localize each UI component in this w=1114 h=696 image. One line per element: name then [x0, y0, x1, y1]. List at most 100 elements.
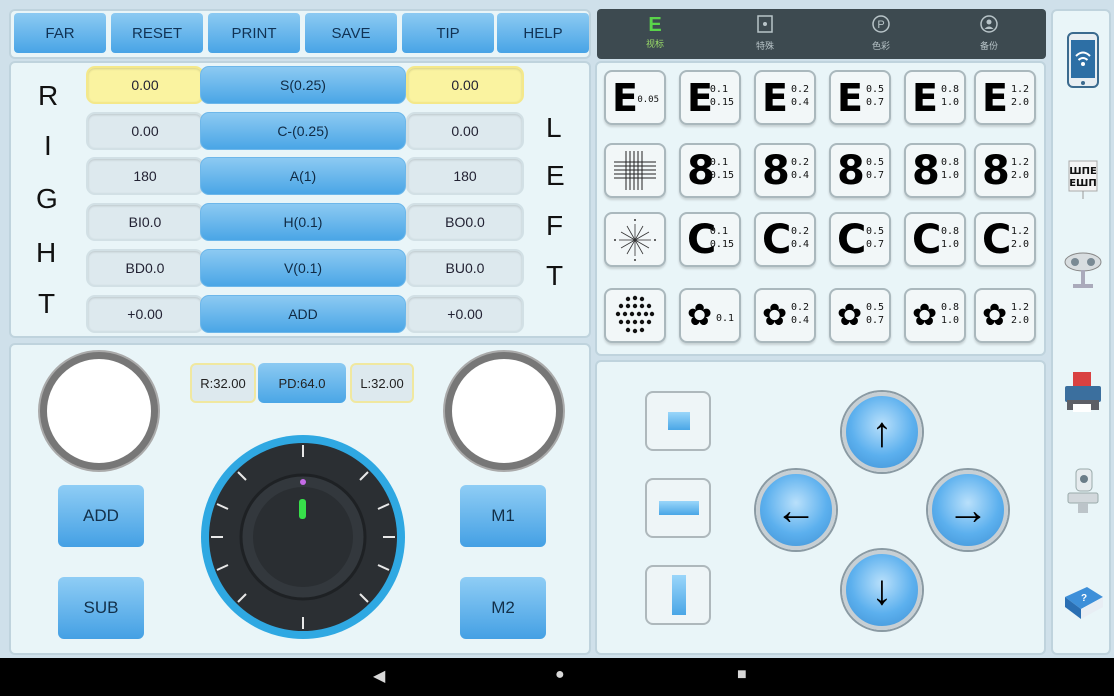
add-left-value[interactable]: +0.00	[406, 295, 524, 333]
chart-c-1-2[interactable]: C 1.2 2.0	[974, 212, 1036, 267]
sidebar-phoropter[interactable]	[1058, 242, 1108, 292]
sub-step-button[interactable]: SUB	[58, 577, 144, 639]
tab-special[interactable]: 特殊	[735, 15, 795, 55]
flower-icon: ✿	[687, 298, 713, 333]
tab-backup[interactable]: 备份	[959, 15, 1019, 55]
left-eye-indicator[interactable]	[445, 352, 563, 470]
chart-flower-0-1[interactable]: ✿ 0.1	[679, 288, 741, 343]
help-book-icon: ?	[1065, 587, 1103, 619]
chart-8-0-8[interactable]: 8 0.8 1.0	[904, 143, 966, 198]
move-down-button[interactable]: ↓	[842, 550, 922, 630]
left-pd-value: L:32.00	[350, 363, 414, 403]
chart-e-0-05[interactable]: E 0.05	[604, 70, 666, 125]
chart-8-0-5[interactable]: 8 0.5 0.7	[829, 143, 891, 198]
reset-button[interactable]: RESET	[111, 13, 203, 53]
right-pd-value: R:32.00	[190, 363, 256, 403]
flower-icon: ✿	[837, 298, 863, 333]
chart-e-0-1[interactable]: E 0.1 0.15	[679, 70, 741, 125]
vertical-slit-button[interactable]	[645, 565, 711, 625]
horizontal-prism-right-value[interactable]: BI0.0	[86, 203, 204, 241]
right-letter-i: I	[44, 130, 52, 161]
cylinder-left-value[interactable]: 0.00	[406, 112, 524, 150]
svg-text:ЕШП: ЕШП	[1069, 178, 1097, 189]
add-step-button[interactable]: ADD	[58, 485, 144, 547]
horizontal-prism-button[interactable]: H(0.1)	[200, 203, 406, 241]
svg-text:?: ?	[1081, 593, 1087, 604]
save-button[interactable]: SAVE	[305, 13, 397, 53]
vertical-prism-right-value[interactable]: BD0.0	[86, 249, 204, 287]
chart-astigmatism-dial[interactable]	[604, 212, 666, 267]
sphere-right-value[interactable]: 0.00	[86, 66, 204, 104]
chart-values: 0.2 0.4	[790, 302, 809, 326]
chart-8-0-2[interactable]: 8 0.2 0.4	[754, 143, 816, 198]
chart-e-0-2[interactable]: E 0.2 0.4	[754, 70, 816, 125]
chart-flower-0-8[interactable]: ✿ 0.8 1.0	[904, 288, 966, 343]
chart-8-0-1[interactable]: 8 0.1 0.15	[679, 143, 741, 198]
horizontal-prism-left-value[interactable]: BO0.0	[406, 203, 524, 241]
add-param-button[interactable]: ADD	[200, 295, 406, 333]
horizontal-slit-button[interactable]	[645, 478, 711, 538]
axis-left-value[interactable]: 180	[406, 157, 524, 195]
memory-m2-button[interactable]: M2	[460, 577, 546, 639]
help-button[interactable]: HELP	[497, 13, 589, 53]
far-button[interactable]: FAR	[14, 13, 106, 53]
cylinder-right-value[interactable]: 0.00	[86, 112, 204, 150]
tab-optotype[interactable]: E 视标	[625, 15, 685, 55]
chart-8-1-2[interactable]: 8 1.2 2.0	[974, 143, 1036, 198]
right-eye-indicator[interactable]	[40, 352, 158, 470]
move-left-button[interactable]: ←	[756, 470, 836, 550]
sidebar-refractometer[interactable]	[1058, 467, 1108, 517]
move-right-button[interactable]: →	[928, 470, 1008, 550]
chart-glyph: 8	[837, 148, 865, 194]
move-up-button[interactable]: ↑	[842, 392, 922, 472]
sidebar-help-book[interactable]: ?	[1058, 578, 1108, 628]
sphere-button[interactable]: S(0.25)	[200, 66, 406, 104]
sidebar-chart-projector[interactable]: ШПЕ ЕШП	[1058, 155, 1108, 205]
chart-e-0-5[interactable]: E 0.5 0.7	[829, 70, 891, 125]
print-button[interactable]: PRINT	[208, 13, 300, 53]
tab-color[interactable]: P 色彩	[851, 15, 911, 55]
vertical-prism-button[interactable]: V(0.1)	[200, 249, 406, 287]
cylinder-button[interactable]: C-(0.25)	[200, 112, 406, 150]
chart-e-1-2[interactable]: E 1.2 2.0	[974, 70, 1036, 125]
chart-tab-bar: E 视标 特殊 P 色彩 备份	[597, 9, 1046, 59]
chart-cross-grid[interactable]	[604, 143, 666, 198]
home-button[interactable]: ●	[555, 666, 565, 684]
printer-icon	[1065, 372, 1101, 412]
chart-c-0-1[interactable]: C 0.1 0.15	[679, 212, 741, 267]
chart-glyph: C	[837, 217, 867, 263]
chart-e-0-8[interactable]: E 0.8 1.0	[904, 70, 966, 125]
vertical-prism-left-value[interactable]: BU0.0	[406, 249, 524, 287]
add-right-value[interactable]: +0.00	[86, 295, 204, 333]
chart-flower-1-2[interactable]: ✿ 1.2 2.0	[974, 288, 1036, 343]
chart-values: 0.1 0.15	[709, 226, 734, 250]
left-letter-l: L	[546, 112, 562, 143]
chart-values: 0.8 1.0	[940, 302, 959, 326]
chart-glyph: C	[982, 217, 1012, 263]
tip-button[interactable]: TIP	[402, 13, 494, 53]
chart-c-0-5[interactable]: C 0.5 0.7	[829, 212, 891, 267]
chart-c-0-8[interactable]: C 0.8 1.0	[904, 212, 966, 267]
rotary-dial[interactable]	[198, 432, 408, 642]
chart-values: 1.2 2.0	[1010, 226, 1029, 250]
svg-text:P: P	[877, 19, 884, 31]
axis-right-value[interactable]: 180	[86, 157, 204, 195]
chart-glyph: 8	[912, 148, 940, 194]
back-button[interactable]: ◀	[373, 666, 385, 686]
sphere-left-value[interactable]: 0.00	[406, 66, 524, 104]
sidebar-wifi-device[interactable]	[1058, 32, 1108, 88]
chart-values: 0.05	[637, 95, 659, 105]
chart-c-0-2[interactable]: C 0.2 0.4	[754, 212, 816, 267]
chart-glyph: E	[837, 76, 863, 120]
sidebar-printer[interactable]	[1058, 367, 1108, 417]
square-mask-button[interactable]	[645, 391, 711, 451]
person-icon	[959, 15, 1019, 37]
memory-m1-button[interactable]: M1	[460, 485, 546, 547]
chart-flower-0-2[interactable]: ✿ 0.2 0.4	[754, 288, 816, 343]
system-navigation-bar: ◀ ● ■	[0, 658, 1114, 696]
recents-button[interactable]: ■	[737, 666, 747, 684]
axis-button[interactable]: A(1)	[200, 157, 406, 195]
chart-flower-0-5[interactable]: ✿ 0.5 0.7	[829, 288, 891, 343]
pd-button[interactable]: PD:64.0	[258, 363, 346, 403]
chart-dot-pattern[interactable]	[604, 288, 666, 343]
